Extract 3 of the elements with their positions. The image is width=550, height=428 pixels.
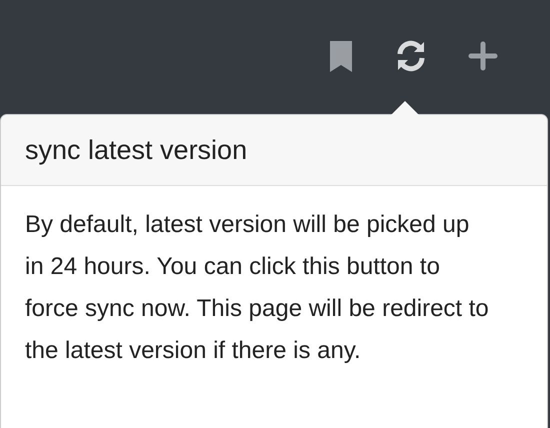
- popover-text: By default, latest version will be picked up in 24 hours. You can click this button to force sync now. This page will be redirect to the latest version if there is any.: [24, 210, 490, 366]
- bookmark-icon[interactable]: [328, 38, 354, 74]
- popover-title: sync latest version: [25, 134, 248, 166]
